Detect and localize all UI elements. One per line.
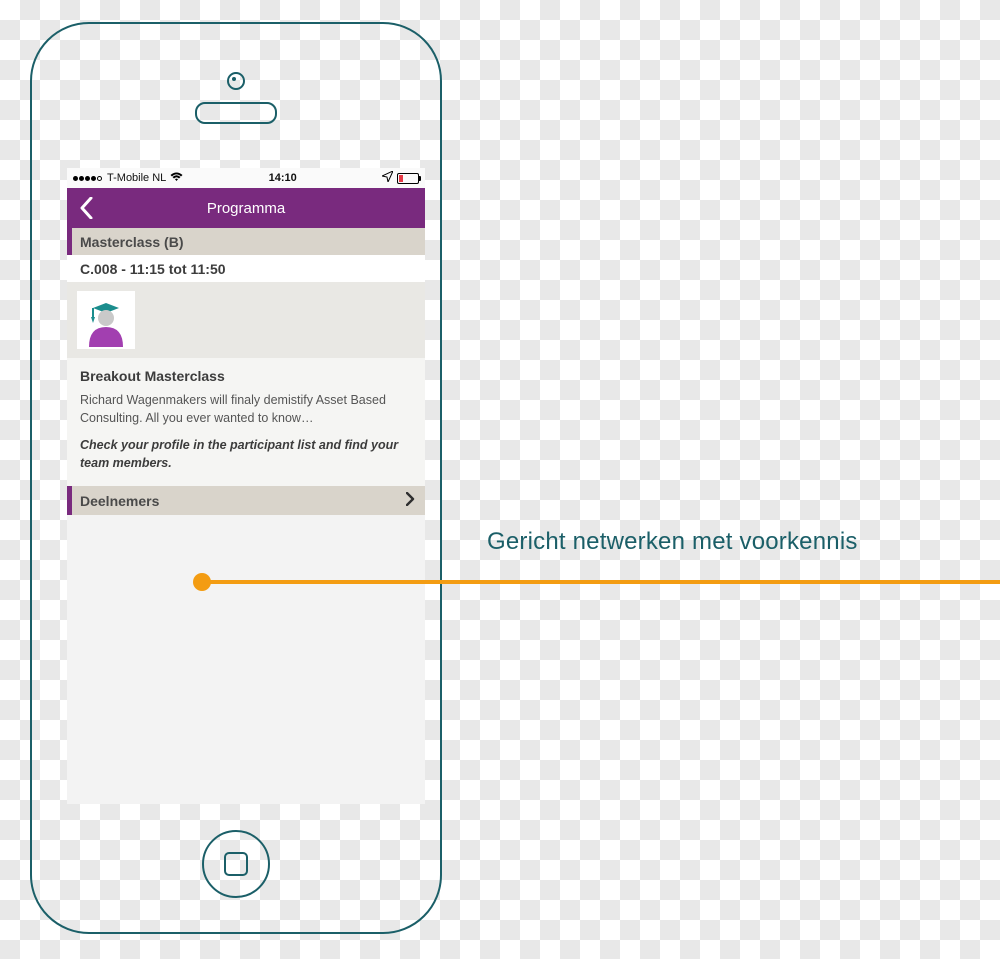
session-body: Richard Wagenmakers will finaly demistif… [80,392,412,427]
session-time-row: C.008 - 11:15 tot 11:50 [67,255,425,282]
carrier-label: T-Mobile NL [107,172,166,184]
session-note: Check your profile in the participant li… [80,437,412,472]
callout-text: Gericht netwerken met voorkennis [487,528,858,556]
battery-icon [397,173,419,184]
status-time: 14:10 [269,172,297,184]
navbar-title: Programma [207,200,285,217]
signal-dots-icon [73,172,103,184]
section-header-masterclass: Masterclass (B) [67,228,425,255]
phone-camera-icon [227,72,245,90]
phone-screen: T-Mobile NL 14:10 Programma Masterclass … [67,168,425,804]
phone-home-button [202,830,270,898]
participants-row[interactable]: Deelnemers [67,486,425,515]
session-description: Breakout Masterclass Richard Wagenmakers… [67,358,425,486]
speaker-row[interactable] [67,282,425,358]
chevron-right-icon [406,492,415,509]
back-button[interactable] [67,188,105,228]
session-title: Breakout Masterclass [80,368,412,384]
participants-label: Deelnemers [80,493,159,509]
location-icon [382,171,393,185]
wifi-icon [170,171,183,185]
phone-speaker-icon [195,102,277,124]
status-bar: T-Mobile NL 14:10 [67,168,425,188]
speaker-avatar [77,291,135,349]
app-navbar: Programma [67,188,425,228]
